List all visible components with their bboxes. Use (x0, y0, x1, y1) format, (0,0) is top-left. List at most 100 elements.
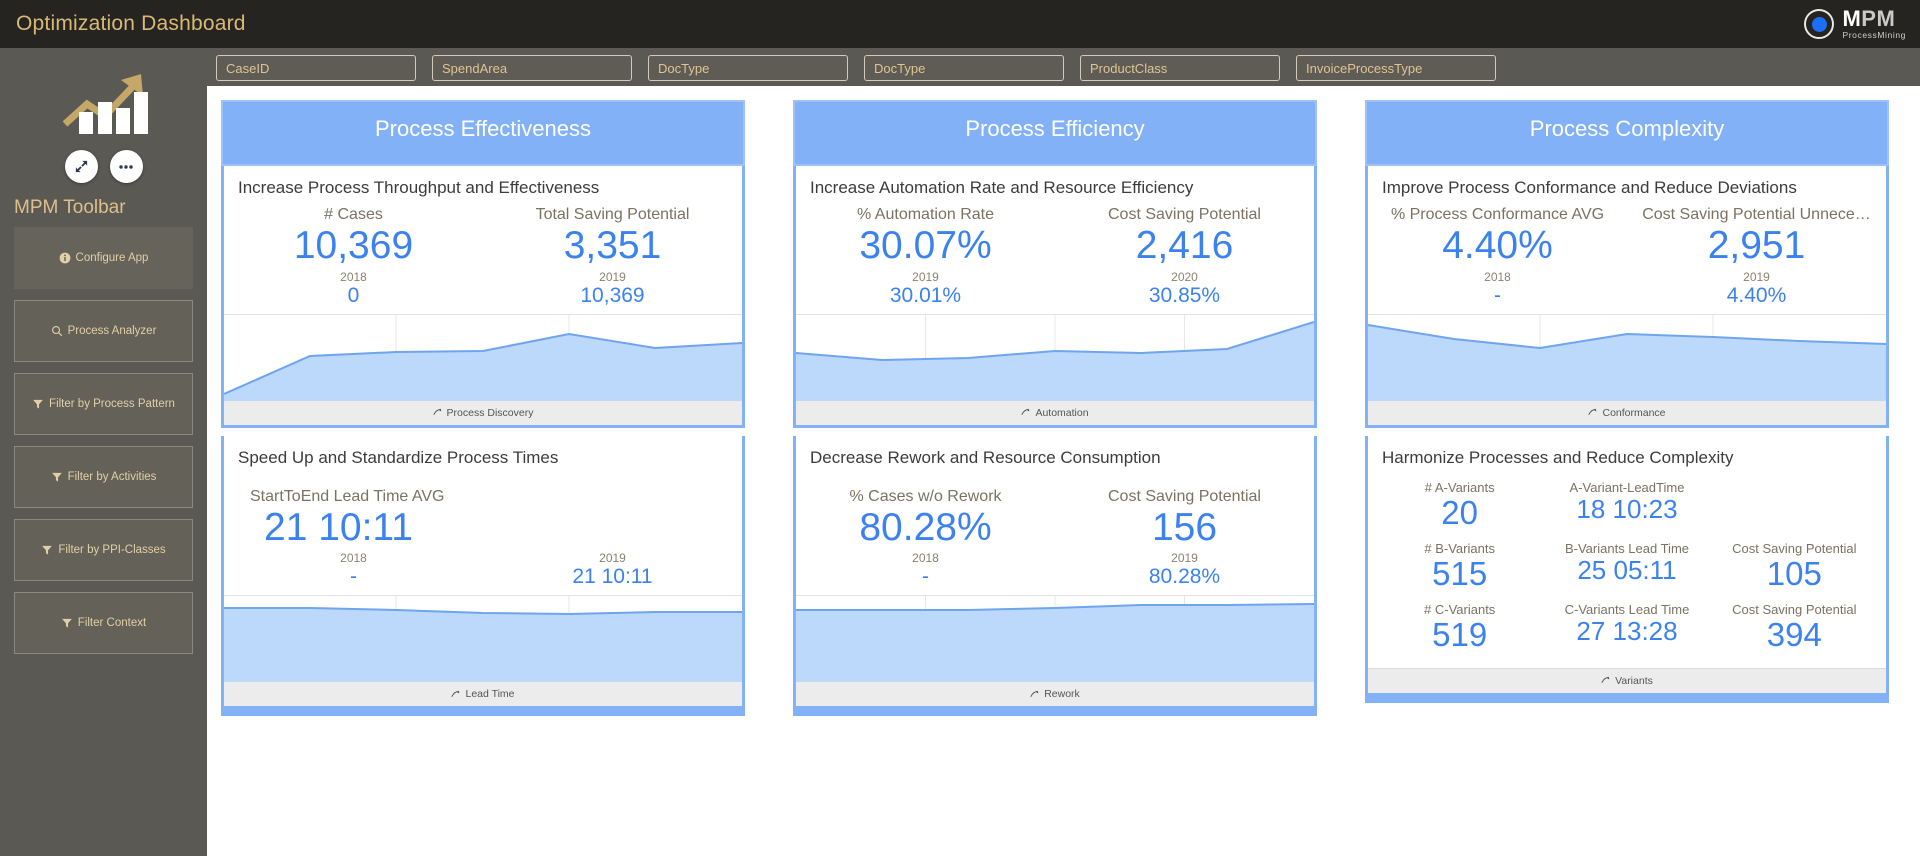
sidebar-item-filter-context[interactable]: Filter Context (14, 592, 193, 654)
sparkline-automation (796, 313, 1314, 401)
column-header: Process Efficiency (793, 100, 1317, 166)
variants-row-b: # B-Variants 515 B-Variants Lead Time 25… (1376, 541, 1878, 592)
card-divider (221, 428, 745, 436)
bar-chart-arrow-icon (62, 74, 148, 134)
kpi-value: 10,369 (293, 224, 414, 267)
card-title: Speed Up and Standardize Process Times (238, 447, 559, 467)
kpi-value: 2,416 (1135, 224, 1234, 267)
year-value: - (350, 565, 357, 589)
variant-value: 515 (1432, 554, 1488, 592)
year-value: 0 (347, 283, 360, 307)
year-cell: 2019 4.40% (1627, 270, 1886, 308)
filter-input-doctype-1[interactable]: DocType (648, 55, 848, 81)
filter-input-spendarea[interactable]: SpendArea (432, 55, 632, 81)
variant-label: A-Variant-LeadTime (1569, 479, 1685, 495)
sidebar-item-filter-by-activities[interactable]: Filter by Activities (14, 446, 193, 508)
variant-c-cost-saving: Cost Saving Potential 394 (1711, 602, 1878, 653)
year-cell: 2018 - (224, 551, 483, 589)
card-footer-link-rework[interactable]: Rework (796, 681, 1314, 707)
filter-input-productclass[interactable]: ProductClass (1080, 55, 1280, 81)
card-footer-label: Lead Time (465, 688, 515, 701)
variant-label: C-Variants Lead Time (1564, 602, 1690, 618)
sidebar-item-filter-by-ppi-classes[interactable]: Filter by PPI-Classes (14, 519, 193, 581)
sparkline-process-discovery (224, 313, 742, 401)
variant-label: # C-Variants (1424, 602, 1496, 618)
kpi-cost-saving-potential: Cost Saving Potential 156 (1055, 488, 1314, 550)
kpi-label: Total Saving Potential (535, 206, 690, 223)
kpi-value: 4.40% (1442, 224, 1553, 267)
ellipsis-icon[interactable] (109, 150, 143, 183)
filter-input-doctype-2[interactable]: DocType (864, 55, 1064, 81)
variant-value: 25 05:11 (1577, 554, 1677, 585)
card-title: Increase Process Throughput and Effectiv… (238, 178, 600, 197)
sparkline-lead-time (224, 595, 742, 683)
card-footer-link-variants[interactable]: Variants (1368, 667, 1886, 693)
filter-bar: CaseID SpendArea DocType DocType Product… (207, 48, 1920, 86)
sidebar-item-process-analyzer[interactable]: Process Analyzer (14, 300, 193, 362)
variant-label: Cost Saving Potential (1732, 602, 1857, 618)
kpi-cases: # Cases 10,369 (224, 206, 483, 268)
variant-a-count: # A-Variants 20 (1376, 480, 1543, 531)
kpi-value: 30.07% (859, 224, 992, 267)
year-value: 80.28% (1148, 565, 1221, 589)
year-cell: 2019 10,369 (483, 270, 742, 308)
kpi-row: % Automation Rate 30.07% Cost Saving Pot… (796, 200, 1314, 268)
year-value: 10,369 (580, 283, 645, 307)
card-improve-process-conformance: Improve Process Conformance and Reduce D… (1365, 166, 1889, 428)
kpi-empty (494, 488, 742, 550)
card-footer-label: Conformance (1602, 406, 1666, 419)
card-footer-label: Rework (1044, 688, 1080, 701)
card-footer-link-automation[interactable]: Automation (796, 399, 1314, 425)
kpi-cost-saving-potential-unnecessary: Cost Saving Potential Unnece… 2,951 (1627, 206, 1886, 268)
year-label: 2018 (1484, 269, 1511, 284)
column-header: Process Complexity (1365, 100, 1889, 166)
year-value: 30.85% (1148, 283, 1221, 307)
arrow-forward-icon (451, 690, 460, 697)
year-value: 30.01% (889, 283, 962, 307)
brand-name: MPM (1842, 8, 1906, 30)
card-speed-up-standardize: Speed Up and Standardize Process Times S… (221, 435, 745, 710)
brand-subtitle: ProcessMining (1842, 30, 1906, 41)
mpm-logo: MPM ProcessMining (1804, 8, 1920, 40)
kpi-row: # Cases 10,369 Total Saving Potential 3,… (224, 200, 742, 268)
sidebar-item-label: Filter Context (77, 617, 147, 629)
year-label: 2018 (340, 551, 367, 566)
page-title: Optimization Dashboard (16, 12, 246, 35)
variant-label: Cost Saving Potential (1732, 540, 1857, 556)
column-bottom-strip (1365, 695, 1889, 703)
variants-row-c: # C-Variants 519 C-Variants Lead Time 27… (1376, 602, 1878, 653)
card-title: Harmonize Processes and Reduce Complexit… (1382, 447, 1734, 467)
kpi-value: 80.28% (859, 505, 992, 549)
year-value: 21 10:11 (572, 565, 653, 589)
year-label: 2018 (340, 269, 367, 284)
sidebar-item-filter-by-process-pattern[interactable]: Filter by Process Pattern (14, 373, 193, 435)
card-footer-link-process-discovery[interactable]: Process Discovery (224, 399, 742, 425)
filter-input-caseid[interactable]: CaseID (216, 55, 416, 81)
card-footer-link-conformance[interactable]: Conformance (1368, 399, 1886, 425)
kpi-process-conformance-avg: % Process Conformance AVG 4.40% (1368, 206, 1627, 268)
card-footer-label: Variants (1615, 674, 1653, 687)
variant-label: # B-Variants (1424, 540, 1495, 556)
card-footer-link-lead-time[interactable]: Lead Time (224, 681, 742, 707)
sidebar-item-configure-app[interactable]: Configure App (14, 227, 193, 289)
card-footer-label: Process Discovery (446, 406, 534, 419)
year-label: 2020 (1171, 269, 1198, 284)
magnifier-icon (51, 326, 62, 337)
expand-arrows-icon[interactable] (64, 150, 98, 183)
card-title: Improve Process Conformance and Reduce D… (1382, 178, 1797, 197)
kpi-label: # Cases (324, 206, 383, 223)
kpi-starttoend-lead-time-avg: StartToEnd Lead Time AVG 21 10:11 (224, 488, 494, 550)
sidebar-item-label: Filter by PPI-Classes (58, 544, 166, 556)
year-label: 2019 (599, 269, 626, 284)
year-cell: 2019 30.01% (796, 270, 1055, 308)
year-label: 2019 (1171, 551, 1198, 566)
kpi-value: 21 10:11 (264, 505, 413, 549)
sidebar-item-label: Filter by Activities (67, 471, 157, 483)
kpi-label: Cost Saving Potential (1108, 206, 1261, 223)
funnel-icon (33, 399, 43, 409)
filter-input-invoiceprocesstype[interactable]: InvoiceProcessType (1296, 55, 1496, 81)
year-comparison-row: 2018 0 2019 10,369 (224, 268, 742, 314)
dashboard-board: Process Effectiveness Increase Process T… (207, 86, 1920, 856)
title-bar: Optimization Dashboard MPM ProcessMining (0, 0, 1920, 48)
sidebar-item-label: Configure App (75, 252, 149, 264)
